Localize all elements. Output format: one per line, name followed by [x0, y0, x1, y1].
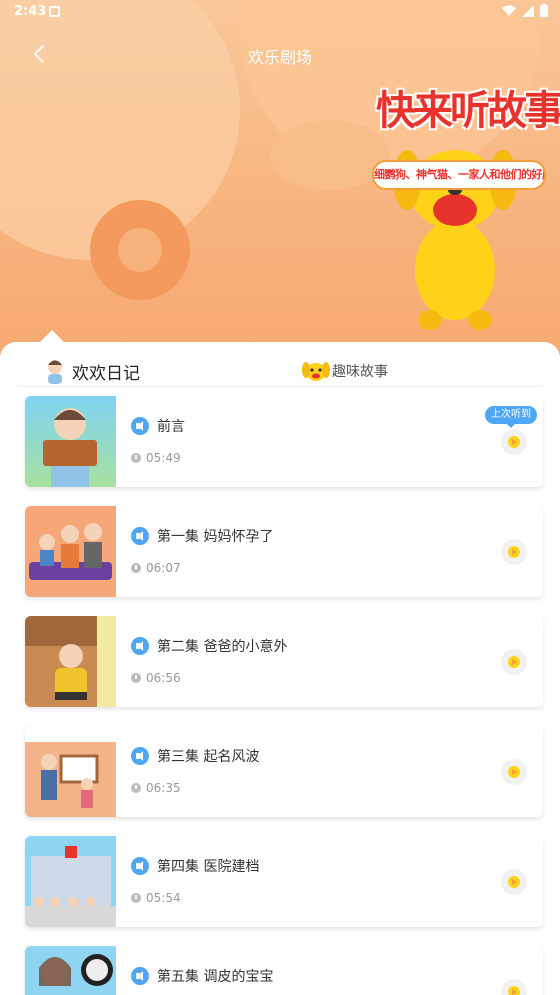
episode-thumbnail	[25, 946, 116, 995]
episode-card[interactable]: 第一集 妈妈怀孕了 06:07	[25, 506, 543, 597]
clock-icon	[131, 673, 141, 683]
episode-duration: 05:54	[146, 891, 181, 905]
hero-banner: 快来听故事啦 细鹦狗、神气猫、一家人和他们的好朋友 2:43 欢乐剧场	[0, 0, 560, 380]
hospital-illustration	[25, 846, 116, 927]
clock-icon	[131, 453, 141, 463]
battery-icon	[540, 4, 548, 17]
clock-icon	[131, 563, 141, 573]
episode-title-row: 第四集 医院建档	[131, 856, 259, 876]
episode-card[interactable]: 前言 05:49 上次听到	[25, 396, 543, 487]
speaker-icon	[131, 417, 149, 435]
tab-huanhuan-diary[interactable]: 欢欢日记	[44, 355, 142, 387]
episode-duration: 06:56	[146, 671, 181, 685]
clock-icon	[131, 783, 141, 793]
banner-subline: 细鹦狗、神气猫、一家人和他们的好朋友	[372, 160, 546, 190]
page-title: 欢乐剧场	[247, 48, 312, 67]
episode-thumbnail	[25, 616, 116, 707]
episode-title: 第四集 医院建档	[157, 859, 260, 875]
tab-bar: 欢欢日记 趣味故事	[18, 355, 542, 387]
play-icon	[508, 876, 520, 888]
speaker-icon	[131, 527, 149, 545]
play-button[interactable]	[501, 759, 527, 785]
episode-duration: 06:07	[146, 561, 181, 575]
wifi-icon	[502, 5, 516, 16]
episode-title: 第一集 妈妈怀孕了	[157, 529, 274, 545]
speaker-icon	[131, 967, 149, 985]
episode-title-row: 第五集 调皮的宝宝	[131, 966, 273, 986]
episode-thumbnail	[25, 836, 116, 927]
episode-card[interactable]: 第五集 调皮的宝宝	[25, 946, 543, 995]
episode-thumbnail	[25, 396, 116, 487]
episode-thumbnail	[25, 506, 116, 597]
boy-reading-illustration	[43, 408, 97, 487]
play-icon	[508, 656, 520, 668]
episode-title: 第二集 爸爸的小意外	[157, 639, 288, 655]
episode-card[interactable]: 第二集 爸爸的小意外 06:56	[25, 616, 543, 707]
notification-icon	[49, 6, 60, 17]
play-icon	[508, 436, 520, 448]
episode-title-row: 第二集 爸爸的小意外	[131, 636, 287, 656]
status-time: 2:43	[14, 4, 47, 19]
speaker-icon	[131, 637, 149, 655]
status-icons	[502, 4, 548, 17]
episode-title: 第五集 调皮的宝宝	[157, 969, 274, 985]
play-icon	[508, 986, 520, 995]
dog-mascot-illustration	[393, 150, 517, 330]
episode-duration-row: 06:56	[131, 671, 181, 685]
episode-duration-row: 06:35	[131, 781, 181, 795]
status-bar: 2:43	[0, 0, 560, 24]
episode-duration-row: 06:07	[131, 561, 181, 575]
sheet-notch	[40, 330, 64, 342]
episode-card[interactable]: 第三集 起名风波 06:35	[25, 726, 543, 817]
play-icon	[508, 546, 520, 558]
episode-title-row: 第三集 起名风波	[131, 746, 259, 766]
tab-label: 趣味故事	[332, 364, 388, 380]
episode-title: 前言	[157, 419, 185, 435]
tab-label: 欢欢日记	[70, 359, 142, 384]
dog-face-icon	[302, 362, 330, 381]
speaker-icon	[131, 747, 149, 765]
play-button[interactable]	[501, 649, 527, 675]
play-button[interactable]	[501, 539, 527, 565]
play-button[interactable]	[501, 429, 527, 455]
play-button[interactable]	[501, 979, 527, 995]
signal-icon	[522, 4, 534, 17]
episode-duration-row: 05:54	[131, 891, 181, 905]
play-button[interactable]	[501, 869, 527, 895]
episode-title: 第三集 起名风波	[157, 749, 260, 765]
banner-headline: 快来听故事啦	[376, 88, 560, 134]
dad-kitchen-illustration	[25, 616, 116, 707]
episode-card[interactable]: 第四集 医院建档 05:54	[25, 836, 543, 927]
episode-title-row: 前言	[131, 416, 185, 436]
episode-title-row: 第一集 妈妈怀孕了	[131, 526, 273, 546]
family-sofa-illustration	[29, 523, 112, 580]
episode-duration: 05:49	[146, 451, 181, 465]
episode-duration-row: 05:49	[131, 451, 181, 465]
episode-duration: 06:35	[146, 781, 181, 795]
decor-circle	[118, 228, 162, 272]
naming-dispute-illustration	[25, 726, 116, 808]
episode-thumbnail	[25, 726, 116, 817]
boy-avatar-icon	[48, 360, 62, 384]
last-played-badge: 上次听到	[485, 406, 537, 428]
play-icon	[508, 766, 520, 778]
mom-ultrasound-illustration	[39, 954, 113, 986]
clock-icon	[131, 893, 141, 903]
nav-bar: 欢乐剧场	[0, 30, 560, 78]
speaker-icon	[131, 857, 149, 875]
tab-fun-stories[interactable]: 趣味故事	[302, 355, 388, 387]
